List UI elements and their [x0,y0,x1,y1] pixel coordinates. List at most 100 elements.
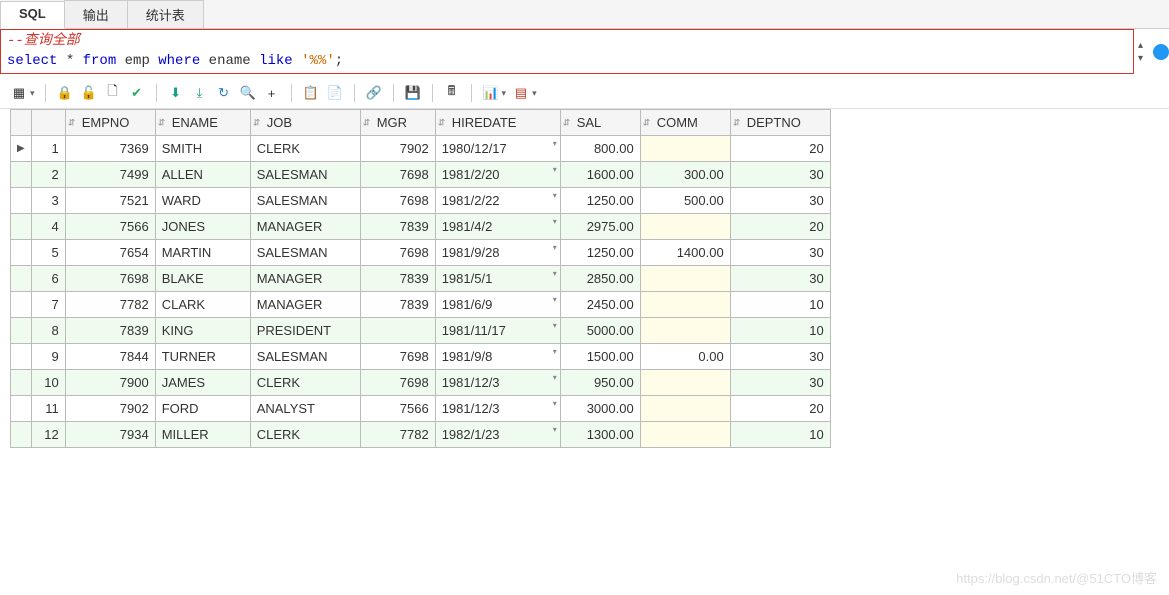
cell-deptno[interactable]: 20 [730,214,830,240]
cell-deptno[interactable]: 30 [730,162,830,188]
cell-mgr[interactable]: 7782 [360,422,435,448]
cell-job[interactable]: SALESMAN [250,162,360,188]
sort-icon[interactable]: ⇵ [438,117,446,128]
cell-deptno[interactable]: 30 [730,240,830,266]
table-icon[interactable]: ▤ [512,84,530,102]
cell-sal[interactable]: 800.00 [560,136,640,162]
sort-icon[interactable]: ⇵ [733,117,741,128]
cell-comm[interactable] [640,370,730,396]
cell-ename[interactable]: JAMES [155,370,250,396]
calc-icon[interactable]: 🖩 [443,84,461,102]
cell-comm[interactable] [640,266,730,292]
row-marker[interactable] [11,188,32,214]
cell-hiredate[interactable]: 1981/2/22 [435,188,560,214]
cell-comm[interactable] [640,396,730,422]
cell-empno[interactable]: 7934 [65,422,155,448]
scroll-up-icon[interactable]: ▴ [1138,40,1143,51]
unlock-icon[interactable]: 🔓 [80,84,98,102]
result-grid[interactable]: ⇵EMPNO ⇵ENAME ⇵JOB ⇵MGR ⇵HIREDATE ⇵SAL ⇵… [10,109,831,448]
cell-sal[interactable]: 950.00 [560,370,640,396]
cell-hiredate[interactable]: 1980/12/17 [435,136,560,162]
tab-stats[interactable]: 统计表 [127,0,204,28]
sort-icon[interactable]: ⇵ [643,117,651,128]
lock-icon[interactable]: 🔒 [56,84,74,102]
table-row[interactable]: 47566JONESMANAGER78391981/4/22975.0020 [11,214,831,240]
cell-ename[interactable]: JONES [155,214,250,240]
col-comm[interactable]: ⇵COMM [640,110,730,136]
cell-comm[interactable] [640,422,730,448]
cell-ename[interactable]: TURNER [155,344,250,370]
cell-job[interactable]: SALESMAN [250,188,360,214]
cell-ename[interactable]: ALLEN [155,162,250,188]
cell-hiredate[interactable]: 1981/4/2 [435,214,560,240]
row-marker[interactable] [11,422,32,448]
cell-comm[interactable]: 500.00 [640,188,730,214]
table-row[interactable]: 127934MILLERCLERK77821982/1/231300.0010 [11,422,831,448]
cell-sal[interactable]: 1600.00 [560,162,640,188]
chart-icon[interactable]: 📊 [482,84,500,102]
cell-ename[interactable]: MARTIN [155,240,250,266]
cell-hiredate[interactable]: 1981/6/9 [435,292,560,318]
cell-job[interactable]: CLERK [250,370,360,396]
col-job[interactable]: ⇵JOB [250,110,360,136]
cell-job[interactable]: ANALYST [250,396,360,422]
col-mgr[interactable]: ⇵MGR [360,110,435,136]
cell-sal[interactable]: 1250.00 [560,188,640,214]
table-row[interactable]: 117902FORDANALYST75661981/12/33000.0020 [11,396,831,422]
cell-job[interactable]: CLERK [250,136,360,162]
fetch-all-icon[interactable]: ⤓ [191,84,209,102]
dropdown-icon[interactable]: ▾ [30,88,35,99]
cell-deptno[interactable]: 30 [730,266,830,292]
cell-hiredate[interactable]: 1982/1/23 [435,422,560,448]
cell-comm[interactable]: 300.00 [640,162,730,188]
info-icon[interactable] [1153,44,1169,60]
cell-sal[interactable]: 5000.00 [560,318,640,344]
find-icon[interactable]: 🔍 [239,84,257,102]
row-marker[interactable] [11,240,32,266]
tab-output[interactable]: 输出 [64,0,128,28]
cell-empno[interactable]: 7782 [65,292,155,318]
row-marker[interactable] [11,162,32,188]
cell-ename[interactable]: KING [155,318,250,344]
col-hiredate[interactable]: ⇵HIREDATE [435,110,560,136]
dropdown-icon[interactable]: ▾ [502,88,507,99]
cell-ename[interactable]: CLARK [155,292,250,318]
col-deptno[interactable]: ⇵DEPTNO [730,110,830,136]
cell-mgr[interactable]: 7698 [360,370,435,396]
cell-sal[interactable]: 2975.00 [560,214,640,240]
add-row-icon[interactable]: + [263,84,281,102]
cell-job[interactable]: SALESMAN [250,344,360,370]
cell-sal[interactable]: 2450.00 [560,292,640,318]
cell-comm[interactable] [640,136,730,162]
cell-comm[interactable] [640,318,730,344]
table-row[interactable]: 67698BLAKEMANAGER78391981/5/12850.0030 [11,266,831,292]
grid-mode-icon[interactable]: ▦ [10,84,28,102]
table-row[interactable]: ▶17369SMITHCLERK79021980/12/17800.0020 [11,136,831,162]
cell-deptno[interactable]: 30 [730,188,830,214]
cell-deptno[interactable]: 20 [730,396,830,422]
row-marker[interactable] [11,344,32,370]
cell-deptno[interactable]: 10 [730,422,830,448]
cell-hiredate[interactable]: 1981/2/20 [435,162,560,188]
cell-mgr[interactable]: 7698 [360,344,435,370]
sort-icon[interactable]: ⇵ [68,117,76,128]
cell-deptno[interactable]: 10 [730,292,830,318]
cell-empno[interactable]: 7844 [65,344,155,370]
sort-icon[interactable]: ⇵ [363,117,371,128]
sort-icon[interactable]: ⇵ [158,117,166,128]
tab-sql[interactable]: SQL [0,1,65,29]
cell-ename[interactable]: FORD [155,396,250,422]
cell-comm[interactable] [640,292,730,318]
table-row[interactable]: 57654MARTINSALESMAN76981981/9/281250.001… [11,240,831,266]
cell-empno[interactable]: 7839 [65,318,155,344]
cell-sal[interactable]: 1250.00 [560,240,640,266]
sort-icon[interactable]: ⇵ [253,117,261,128]
cell-hiredate[interactable]: 1981/12/3 [435,396,560,422]
sql-editor[interactable]: --查询全部 select * from emp where ename lik… [0,29,1134,74]
cell-empno[interactable]: 7369 [65,136,155,162]
row-marker[interactable] [11,318,32,344]
table-row[interactable]: 77782CLARKMANAGER78391981/6/92450.0010 [11,292,831,318]
refresh-icon[interactable]: ↻ [215,84,233,102]
cell-job[interactable]: CLERK [250,422,360,448]
cell-ename[interactable]: SMITH [155,136,250,162]
